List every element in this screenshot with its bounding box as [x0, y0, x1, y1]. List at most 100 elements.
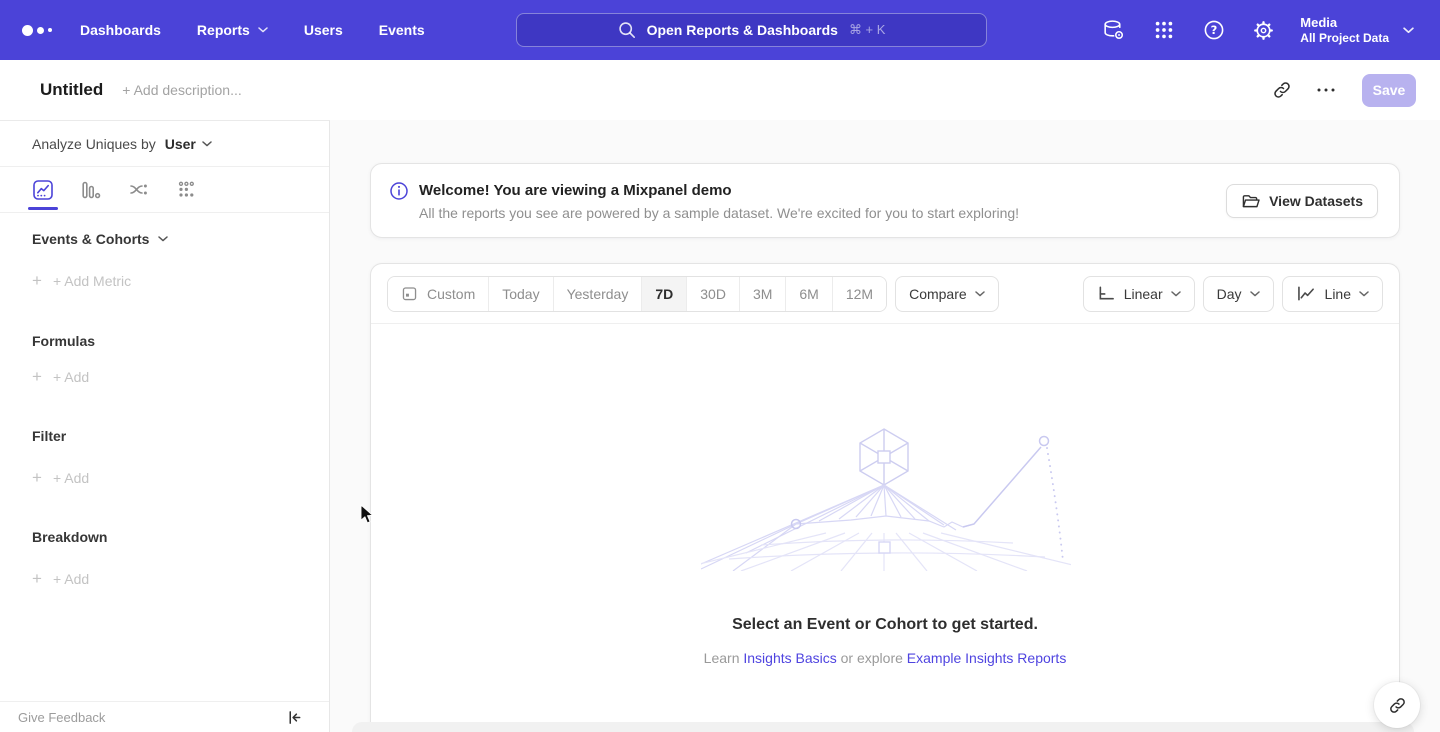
bar-chart-tab-icon [80, 179, 102, 201]
report-header-left: Untitled + Add description... [40, 80, 242, 100]
info-icon [389, 181, 409, 201]
apps-grid-button[interactable] [1150, 17, 1177, 44]
tab-bar-chart[interactable] [80, 179, 102, 201]
global-search[interactable]: Open Reports & Dashboards ⌘ + K [516, 13, 987, 47]
section-formulas-label: Formulas [32, 333, 95, 349]
add-breakdown-button[interactable]: + + Add [32, 571, 89, 587]
plus-icon: + [32, 471, 42, 485]
chevron-down-icon [158, 236, 168, 242]
logo-dot [37, 27, 44, 34]
banner-text: Welcome! You are viewing a Mixpanel demo… [389, 181, 1019, 221]
report-description-placeholder[interactable]: + Add description... [122, 82, 241, 98]
collapse-sidebar-button[interactable] [286, 709, 303, 726]
search-icon [618, 21, 636, 39]
report-header-actions: Save [1264, 72, 1416, 108]
query-builder-sidebar: Analyze Uniques by User [0, 120, 330, 732]
add-metric-label: + Add Metric [53, 273, 131, 289]
save-button[interactable]: Save [1362, 74, 1416, 107]
project-subtitle: All Project Data [1300, 31, 1389, 46]
date-range-12m[interactable]: 12M [832, 277, 886, 311]
chart-type-label: Line [1325, 286, 1351, 302]
compare-dropdown[interactable]: Compare [895, 276, 999, 312]
give-feedback-link[interactable]: Give Feedback [18, 710, 105, 725]
calendar-icon [401, 285, 418, 302]
add-formula-button[interactable]: + + Add [32, 369, 89, 385]
view-datasets-button[interactable]: View Datasets [1226, 184, 1378, 218]
sidebar-footer: Give Feedback [0, 701, 329, 732]
search-label: Open Reports & Dashboards [647, 22, 838, 38]
section-breakdown: Breakdown [32, 529, 107, 545]
metrics-dots-tab-icon [176, 179, 198, 201]
help-icon: ? [1202, 18, 1226, 42]
nav-reports[interactable]: Reports [197, 22, 268, 38]
help-button[interactable]: ? [1200, 17, 1227, 44]
add-formula-label: + Add [53, 369, 89, 385]
date-range-6m[interactable]: 6M [785, 277, 831, 311]
linear-axis-icon [1097, 285, 1116, 302]
settings-button[interactable] [1250, 17, 1277, 44]
line-chart-tab-icon [32, 179, 54, 201]
link-icon [1272, 80, 1292, 100]
primary-nav: Dashboards Reports Users Events [80, 22, 425, 38]
scale-dropdown[interactable]: Linear [1083, 276, 1195, 312]
banner-title: Welcome! You are viewing a Mixpanel demo [419, 182, 732, 199]
date-range-picker: Custom Today Yesterday 7D 30D 3M 6M 12M [387, 276, 887, 312]
interval-dropdown[interactable]: Day [1203, 276, 1274, 312]
chart-controls: Custom Today Yesterday 7D 30D 3M 6M 12M … [371, 264, 1399, 324]
plus-icon: + [32, 274, 42, 288]
chevron-down-icon [202, 141, 212, 147]
insights-chart-card: Custom Today Yesterday 7D 30D 3M 6M 12M … [370, 263, 1400, 732]
example-insights-reports-link[interactable]: Example Insights Reports [907, 650, 1067, 666]
chart-display-controls: Linear Day Line [1083, 276, 1383, 312]
date-range-7d[interactable]: 7D [641, 277, 686, 311]
flow-tab-icon [128, 179, 150, 201]
date-range-3m[interactable]: 3M [739, 277, 785, 311]
nav-users[interactable]: Users [304, 22, 343, 38]
tab-insights-line[interactable] [32, 179, 54, 201]
section-formulas: Formulas [32, 333, 95, 349]
chevron-down-icon [1359, 291, 1369, 297]
copy-link-button[interactable] [1264, 72, 1300, 108]
svg-text:?: ? [1210, 23, 1217, 37]
section-events-cohorts-label: Events & Cohorts [32, 231, 149, 247]
report-header: Untitled + Add description... Save [0, 60, 1440, 120]
add-breakdown-label: + Add [53, 571, 89, 587]
nav-events[interactable]: Events [379, 22, 425, 38]
date-range-30d[interactable]: 30D [686, 277, 739, 311]
plus-icon: + [32, 572, 42, 586]
demo-welcome-banner: Welcome! You are viewing a Mixpanel demo… [370, 163, 1400, 238]
chevron-down-icon [1403, 27, 1414, 34]
chevron-down-icon [258, 27, 268, 33]
empty-state-learn-prefix: Learn [704, 650, 740, 666]
empty-state-links: Learn Insights Basics or explore Example… [371, 650, 1399, 666]
analyze-entity-dropdown[interactable]: User [165, 136, 212, 152]
add-metric-button[interactable]: + + Add Metric [32, 273, 131, 289]
report-canvas: Welcome! You are viewing a Mixpanel demo… [330, 120, 1440, 732]
add-filter-button[interactable]: + + Add [32, 470, 89, 486]
project-switcher[interactable]: Media All Project Data [1300, 15, 1414, 46]
nav-dashboards[interactable]: Dashboards [80, 22, 161, 38]
plus-icon: + [32, 370, 42, 384]
gear-icon [1251, 18, 1276, 43]
date-range-yesterday[interactable]: Yesterday [553, 277, 642, 311]
tab-metrics[interactable] [176, 179, 198, 201]
chart-type-dropdown[interactable]: Line [1282, 276, 1383, 312]
chevron-down-icon [1250, 291, 1260, 297]
date-range-today[interactable]: Today [488, 277, 552, 311]
empty-state-title: Select an Event or Cohort to get started… [371, 616, 1399, 634]
chevron-down-icon [975, 291, 985, 297]
insights-basics-link[interactable]: Insights Basics [743, 650, 836, 666]
section-events-cohorts[interactable]: Events & Cohorts [32, 231, 168, 247]
tab-flow[interactable] [128, 179, 150, 201]
more-options-button[interactable] [1308, 72, 1344, 108]
data-management-button[interactable] [1100, 17, 1127, 44]
floating-share-link-button[interactable] [1374, 682, 1420, 728]
ellipsis-icon [1316, 87, 1336, 93]
date-range-custom[interactable]: Custom [388, 277, 488, 311]
add-filter-label: + Add [53, 470, 89, 486]
report-title[interactable]: Untitled [40, 80, 103, 100]
date-range-custom-label: Custom [427, 286, 475, 302]
mixpanel-logo[interactable] [22, 25, 62, 36]
apps-grid-icon [1153, 19, 1175, 41]
empty-state-illustration [701, 421, 1071, 571]
